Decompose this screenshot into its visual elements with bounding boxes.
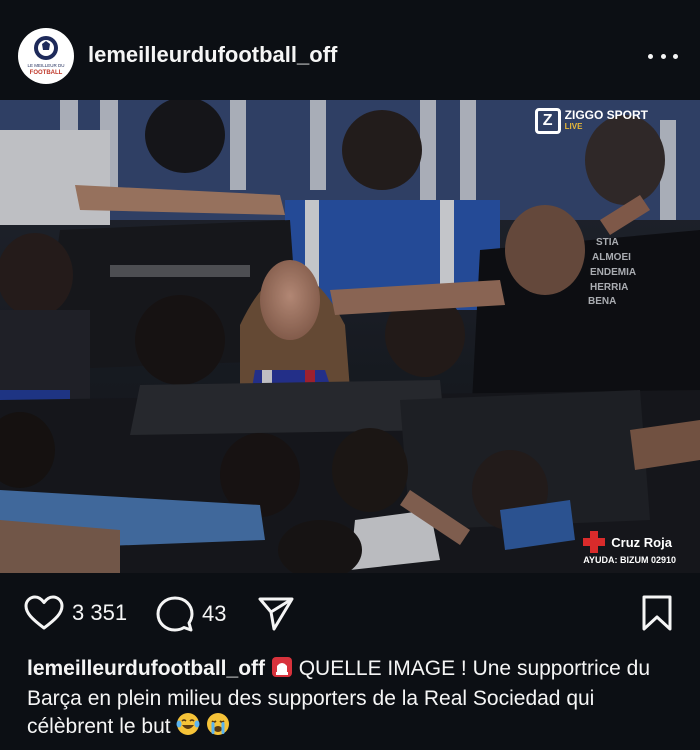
caption-username[interactable]: lemeilleurdufootball_off (27, 657, 265, 680)
live-tag: LIVE (564, 122, 583, 131)
sponsor-help-text: AYUDA: BIZUM 02910 (583, 555, 676, 565)
post-header: LE MEILLEUR DU FOOTBALL lemeilleurdufoot… (0, 0, 700, 100)
crying-emoji (206, 712, 230, 743)
post-image[interactable]: STIA ALMOEI ENDEMIA HERRIA BENA Z ZIGGO … (0, 100, 700, 573)
laughing-tears-emoji (176, 712, 200, 743)
red-cross-icon (583, 531, 606, 553)
football-club-logo-icon: LE MEILLEUR DU FOOTBALL (19, 29, 73, 83)
broadcaster-logo-mark: Z (534, 108, 561, 134)
bookmark-icon (642, 595, 672, 631)
avatar[interactable]: LE MEILLEUR DU FOOTBALL (18, 28, 74, 84)
like-count: 3 351 (72, 600, 128, 625)
post-caption: lemeilleurdufootball_off QUELLE IMAGE ! … (27, 655, 677, 743)
more-options-icon[interactable] (648, 46, 678, 66)
comment-count: 43 (202, 601, 227, 626)
sponsor-overlay: Cruz Roja AYUDA: BIZUM 02910 (583, 531, 676, 565)
save-button[interactable] (642, 595, 672, 631)
post-actions: 3 351 43 (0, 585, 700, 645)
post-username[interactable]: lemeilleurdufootball_off (88, 42, 337, 68)
crowd-photo: STIAALMOEIENDEMIAHERRIABENA (0, 100, 700, 573)
avatar-caption-line2: FOOTBALL (30, 70, 63, 76)
broadcaster-name: ZIGGO SPORT (564, 108, 648, 122)
heart-icon (24, 595, 64, 630)
sponsor-name: Cruz Roja (611, 534, 672, 550)
avatar-caption-line1: LE MEILLEUR DU (27, 63, 64, 68)
broadcaster-logo: Z ZIGGO SPORT LIVE (534, 108, 648, 134)
comment-icon (156, 596, 194, 632)
share-icon (258, 597, 294, 631)
share-button[interactable] (258, 595, 294, 631)
comment-button[interactable]: 43 (156, 595, 226, 633)
like-button[interactable]: 3 351 (24, 595, 127, 631)
siren-emoji (271, 656, 293, 685)
